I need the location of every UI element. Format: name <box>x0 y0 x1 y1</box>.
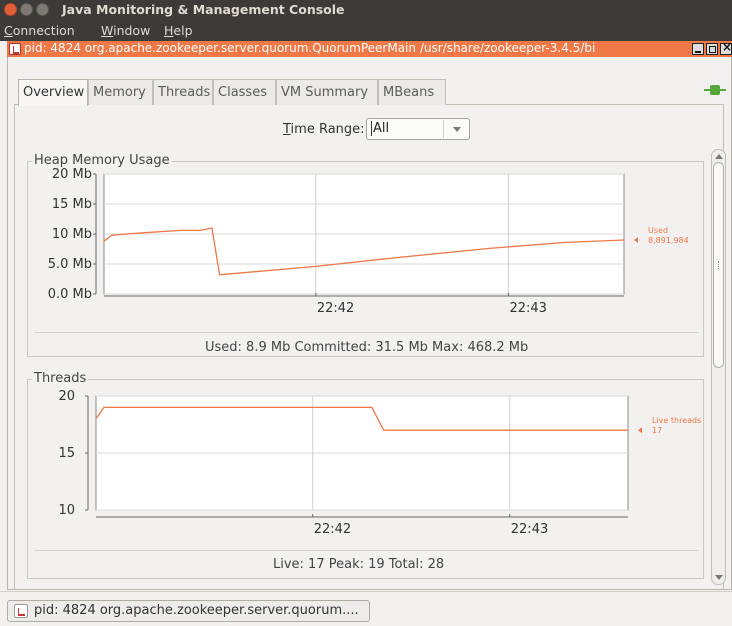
x-tick-label: 22:42 <box>317 301 354 316</box>
heap-separator <box>34 332 698 333</box>
y-tick-label: 10 <box>58 503 75 518</box>
window-title: Java Monitoring & Management Console <box>62 2 345 17</box>
series-value-label: 8,891,984 <box>648 236 689 245</box>
menu-help-mnemonic: H <box>164 23 174 38</box>
menu-window-label: indow <box>113 23 151 38</box>
window-close-button[interactable] <box>4 3 17 16</box>
java-icon <box>14 604 28 618</box>
frame-maximize-button[interactable] <box>706 43 718 55</box>
time-range-label: Time Range: <box>283 122 365 137</box>
chevron-down-icon[interactable] <box>443 120 468 138</box>
tab-threads[interactable]: Threads <box>153 79 213 105</box>
tab-vm-summary[interactable]: VM Summary <box>276 79 378 105</box>
plug-right-prong <box>719 89 726 91</box>
time-range-label-text: ime Range: <box>290 122 365 137</box>
series-value-label: 17 <box>652 426 662 435</box>
series-name-label: Live threads <box>652 416 701 425</box>
tab-classes[interactable]: Classes <box>213 79 276 105</box>
threads-stats: Live: 17 Peak: 19 Total: 28 <box>273 557 445 572</box>
java-icon <box>9 43 21 55</box>
heap-stats: Used: 8.9 Mb Committed: 31.5 Mb Max: 468… <box>205 340 529 355</box>
time-range-select[interactable]: All <box>366 118 470 140</box>
title-bar: Java Monitoring & Management Console <box>0 0 732 20</box>
y-tick-label: 10 Mb <box>52 227 92 242</box>
frame-close-button[interactable] <box>720 40 732 55</box>
menu-help[interactable]: Help <box>164 23 193 38</box>
series-name-label: Used <box>648 226 668 235</box>
y-tick-label: 5.0 Mb <box>48 257 92 272</box>
vertical-scrollbar[interactable] <box>711 149 726 585</box>
scrollbar-thumb[interactable] <box>713 162 724 368</box>
menu-connection[interactable]: Connection <box>4 23 75 38</box>
y-tick-label: 0.0 Mb <box>48 287 92 302</box>
tab-memory[interactable]: Memory <box>88 79 153 105</box>
tab-overview[interactable]: Overview <box>18 79 88 106</box>
taskbar-frame-label: pid: 4824 org.apache.zookeeper.server.qu… <box>34 603 359 618</box>
y-tick-label: 15 Mb <box>52 197 92 212</box>
series-marker <box>638 427 642 434</box>
connected-plug-icon[interactable] <box>704 84 726 96</box>
series-marker <box>634 237 638 243</box>
tab-mbeans[interactable]: MBeans <box>378 79 446 105</box>
x-tick-label: 22:43 <box>509 301 546 316</box>
app-window: Java Monitoring & Management Console Con… <box>0 0 732 626</box>
desktop-taskbar: pid: 4824 org.apache.zookeeper.server.qu… <box>0 591 732 626</box>
y-tick-label: 20 Mb <box>52 167 92 182</box>
window-maximize-button[interactable] <box>36 3 49 16</box>
y-tick-label: 20 <box>58 389 75 404</box>
scroll-down-arrow-icon[interactable] <box>715 575 723 580</box>
menu-window[interactable]: Window <box>101 23 150 38</box>
internal-frame-title: pid: 4824 org.apache.zookeeper.server.qu… <box>24 41 596 55</box>
x-tick-label: 22:43 <box>511 522 548 537</box>
window-minimize-button[interactable] <box>20 3 33 16</box>
taskbar-frame-button[interactable]: pid: 4824 org.apache.zookeeper.server.qu… <box>7 600 370 622</box>
x-tick-label: 22:42 <box>314 522 351 537</box>
y-tick-label: 15 <box>58 446 75 461</box>
time-range-mnemonic: T <box>283 122 291 137</box>
internal-frame-title-bar[interactable]: pid: 4824 org.apache.zookeeper.server.qu… <box>7 40 732 57</box>
time-range-selected: All <box>371 121 390 136</box>
menu-bar: Connection Window Help <box>0 20 732 41</box>
heap-memory-chart: 20 Mb 15 Mb 10 Mb 5.0 Mb 0.0 Mb 22:42 22:43 Use… <box>48 167 689 316</box>
menu-window-mnemonic: W <box>101 23 114 38</box>
scroll-up-arrow-icon[interactable] <box>715 154 723 159</box>
threads-separator <box>34 550 698 551</box>
threads-chart: 20 15 10 22:42 22:43 Live threads17 <box>58 389 701 537</box>
menu-connection-mnemonic: C <box>4 23 13 38</box>
menu-help-label: elp <box>173 23 193 38</box>
frame-iconify-button[interactable] <box>692 43 704 55</box>
menu-connection-label: onnection <box>12 23 75 38</box>
